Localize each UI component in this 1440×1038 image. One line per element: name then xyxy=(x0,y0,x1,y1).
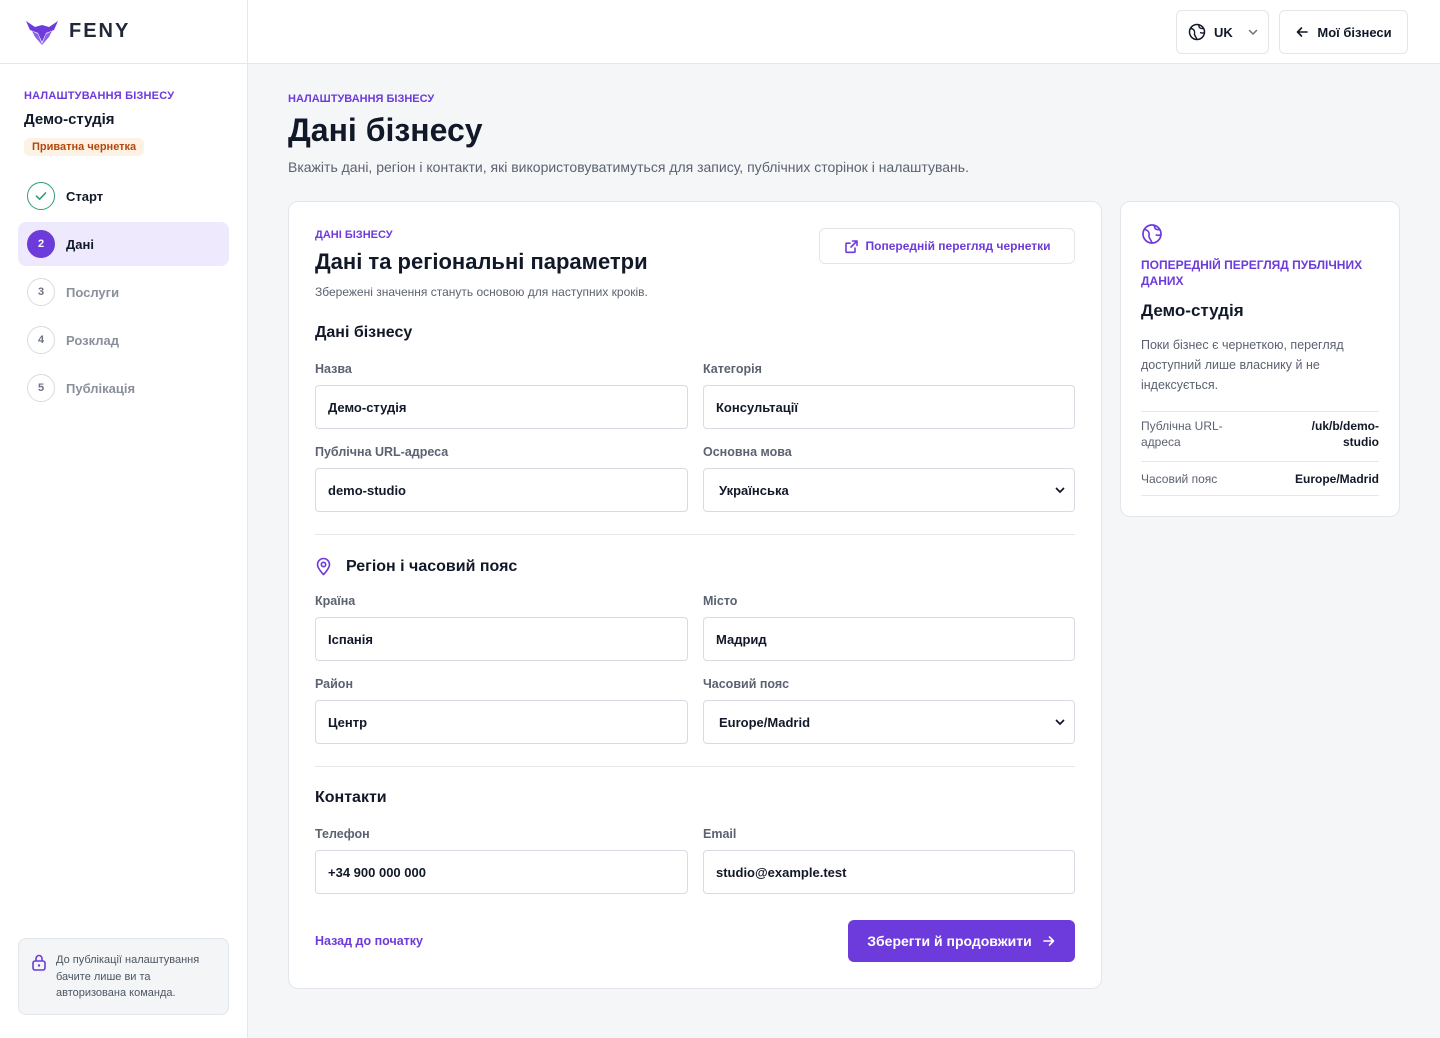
city-input[interactable]: Мадрид xyxy=(703,617,1075,661)
page-eyebrow: НАЛАШТУВАННЯ БІЗНЕСУ xyxy=(288,93,435,105)
my-businesses-label: Мої бізнеси xyxy=(1317,24,1392,40)
map-pin-icon xyxy=(316,557,331,576)
chevron-down-icon xyxy=(1055,719,1065,726)
save-continue-button[interactable]: Зберегти й продовжити xyxy=(848,920,1075,962)
section-contacts-title: Контакти xyxy=(315,789,387,806)
divider xyxy=(315,766,1075,767)
arrow-right-icon xyxy=(1042,936,1055,946)
logo[interactable]: FENY xyxy=(0,0,247,64)
chevron-down-icon xyxy=(1248,29,1258,36)
email-label: Email xyxy=(703,827,737,841)
privacy-note-text: До публікації налаштування бачите лише в… xyxy=(56,954,200,999)
preview-eyebrow: ПОПЕРЕДНІЙ ПЕРЕГЛЯД ПУБЛІЧНИХ ДАНИХ xyxy=(1141,258,1363,288)
preview-text: Поки бізнес є чернеткою, перегляд доступ… xyxy=(1141,338,1344,392)
timezone-label: Часовий пояс xyxy=(703,677,790,691)
city-label: Місто xyxy=(703,594,738,608)
sidebar-business-name: Демо-студія xyxy=(24,111,115,128)
back-to-start-link[interactable]: Назад до початку xyxy=(315,934,423,948)
status-badge: Приватна чернетка xyxy=(24,138,145,156)
step-publication[interactable]: 5 Публікація xyxy=(18,366,229,410)
language-value: Українська xyxy=(719,482,789,498)
preview-timezone-key: Часовий пояс xyxy=(1141,471,1218,486)
public-preview-card: ПОПЕРЕДНІЙ ПЕРЕГЛЯД ПУБЛІЧНИХ ДАНИХ Демо… xyxy=(1120,201,1400,517)
preview-draft-button[interactable]: Попередній перегляд чернетки xyxy=(819,228,1075,264)
preview-title: Демо-студія xyxy=(1141,301,1244,320)
card-subtitle: Збережені значення стануть основою для н… xyxy=(315,285,648,299)
email-input[interactable]: studio@example.test xyxy=(703,850,1075,894)
step-schedule[interactable]: 4 Розклад xyxy=(18,318,229,362)
step-start[interactable]: Старт xyxy=(18,174,229,218)
url-label: Публічна URL-адреса xyxy=(315,445,449,459)
business-form-card: ДАНІ БІЗНЕСУ Дані та регіональні парамет… xyxy=(288,201,1102,989)
chevron-down-icon xyxy=(1055,487,1065,494)
save-continue-label: Зберегти й продовжити xyxy=(867,933,1032,949)
country-label: Країна xyxy=(315,594,356,608)
card-title: Дані та регіональні параметри xyxy=(315,249,648,274)
divider xyxy=(315,534,1075,535)
phone-label: Телефон xyxy=(315,827,370,841)
district-input[interactable]: Центр xyxy=(315,700,688,744)
preview-url-value: /uk/b/demo-studio xyxy=(1311,419,1379,449)
sidebar-eyebrow: НАЛАШТУВАННЯ БІЗНЕСУ xyxy=(24,90,175,102)
step-services[interactable]: 3 Послуги xyxy=(18,270,229,314)
language-select[interactable]: UK xyxy=(1176,10,1269,54)
category-label: Категорія xyxy=(703,362,762,376)
timezone-dropdown[interactable]: Europe/Madrid xyxy=(703,700,1075,744)
language-code: UK xyxy=(1214,24,1233,40)
section-region-title: Регіон і часовий пояс xyxy=(346,557,518,575)
globe-icon xyxy=(1142,224,1162,244)
step-label: Дані xyxy=(66,236,94,252)
card-eyebrow: ДАНІ БІЗНЕСУ xyxy=(315,229,393,241)
category-input[interactable]: Консультації xyxy=(703,385,1075,429)
brand-name: FENY xyxy=(69,20,131,42)
name-label: Назва xyxy=(315,362,352,376)
section-business-title: Дані бізнесу xyxy=(315,324,413,341)
timezone-value: Europe/Madrid xyxy=(719,714,811,730)
wings-logo-icon xyxy=(26,20,58,45)
globe-icon xyxy=(1188,23,1206,41)
url-input[interactable]: demo-studio xyxy=(315,468,688,512)
check-icon xyxy=(27,182,55,210)
step-number: 4 xyxy=(27,326,55,354)
step-number: 5 xyxy=(27,374,55,402)
preview-draft-label: Попередній перегляд чернетки xyxy=(865,239,1051,253)
preview-timezone-value: Europe/Madrid xyxy=(1294,471,1379,486)
language-dropdown[interactable]: Українська xyxy=(703,468,1075,512)
topbar: UK Мої бізнеси xyxy=(248,0,1440,64)
my-businesses-button[interactable]: Мої бізнеси xyxy=(1279,10,1408,54)
lock-icon xyxy=(32,954,46,971)
page-title: Дані бізнесу xyxy=(288,112,483,148)
name-input[interactable]: Демо-студія xyxy=(315,385,688,429)
phone-input[interactable]: +34 900 000 000 xyxy=(315,850,688,894)
step-data[interactable]: 2 Дані xyxy=(18,222,229,266)
section-region: Регіон і часовий пояс xyxy=(315,557,517,576)
district-label: Район xyxy=(315,677,353,691)
privacy-note: До публікації налаштування бачите лише в… xyxy=(18,938,229,1015)
preview-url-row: Публічна URL-адреса /uk/b/demo-studio xyxy=(1141,411,1379,461)
page-description: Вкажіть дані, регіон і контакти, які вик… xyxy=(288,159,969,175)
preview-url-key: Публічна URL-адреса xyxy=(1141,419,1223,449)
external-link-icon xyxy=(844,239,858,253)
step-number: 2 xyxy=(27,230,55,258)
step-label: Послуги xyxy=(66,284,120,300)
country-input[interactable]: Іспанія xyxy=(315,617,688,661)
steps-nav: Старт 2 Дані 3 Послуги 4 Розклад 5 Публі… xyxy=(0,156,247,410)
preview-timezone-row: Часовий пояс Europe/Madrid xyxy=(1141,461,1379,496)
arrow-left-icon xyxy=(1297,27,1309,37)
step-label: Розклад xyxy=(66,332,119,348)
sidebar: FENY НАЛАШТУВАННЯ БІЗНЕСУ Демо-студія Пр… xyxy=(0,0,248,1038)
step-label: Старт xyxy=(66,188,104,204)
step-number: 3 xyxy=(27,278,55,306)
step-label: Публікація xyxy=(66,380,136,396)
language-label: Основна мова xyxy=(703,445,792,459)
